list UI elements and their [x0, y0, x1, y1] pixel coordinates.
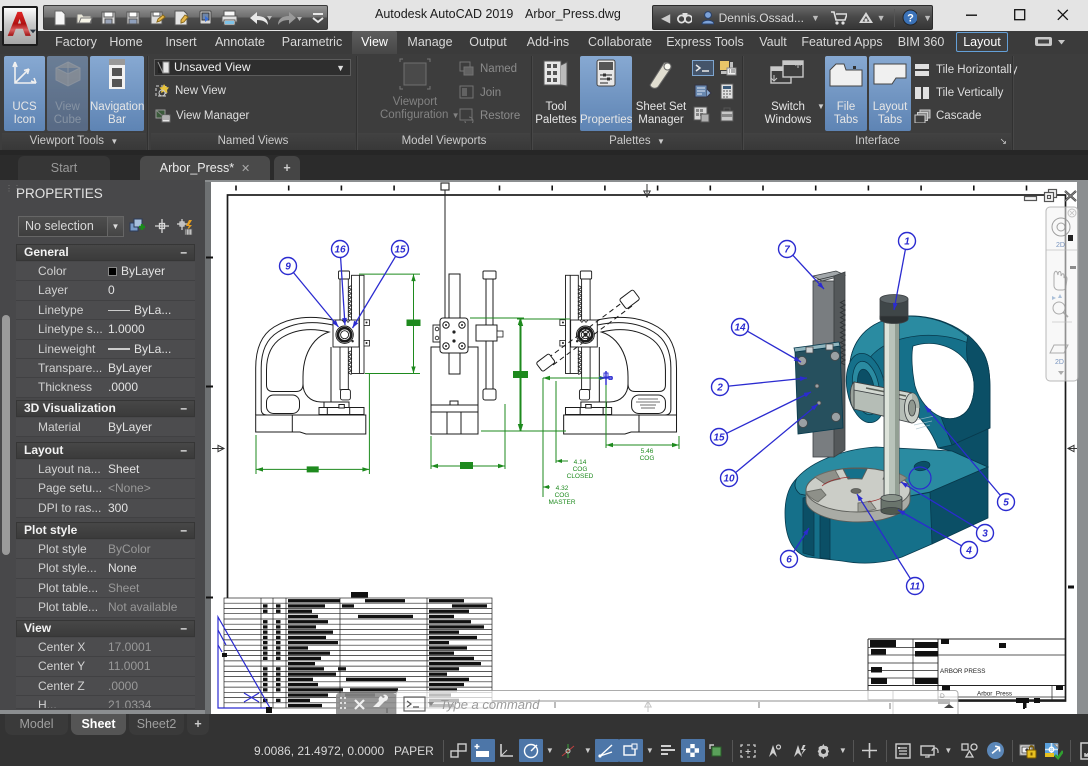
svg-text:9: 9: [285, 262, 291, 273]
svg-text:4.14: 4.14: [574, 459, 587, 466]
svg-text:3: 3: [982, 529, 988, 540]
svg-text:5.46: 5.46: [641, 448, 654, 455]
svg-text:14: 14: [734, 323, 746, 334]
svg-text:16: 16: [334, 245, 346, 256]
svg-text:CLOSED: CLOSED: [567, 473, 594, 480]
svg-text:Type a command: Type a command: [440, 697, 540, 712]
svg-text:2D: 2D: [1055, 359, 1064, 366]
svg-text:4: 4: [965, 546, 972, 557]
svg-text:COG: COG: [573, 466, 588, 473]
svg-text:11: 11: [910, 582, 921, 593]
svg-text:COG: COG: [640, 455, 655, 462]
svg-text:10: 10: [723, 474, 735, 485]
svg-text:6: 6: [786, 555, 792, 566]
svg-text:2D: 2D: [1056, 242, 1065, 249]
svg-text:1: 1: [904, 237, 910, 248]
svg-text:4.32: 4.32: [556, 485, 569, 492]
svg-text:?: ?: [908, 13, 915, 25]
svg-text:15: 15: [713, 433, 725, 444]
svg-text:7: 7: [784, 245, 790, 256]
svg-text:D: D: [940, 693, 945, 700]
svg-text:COG: COG: [555, 492, 570, 499]
svg-text:5: 5: [1003, 498, 1009, 509]
svg-text:2: 2: [716, 383, 723, 394]
svg-text:ARBOR PRESS: ARBOR PRESS: [940, 668, 986, 675]
svg-text:Arbor_Press: Arbor_Press: [977, 691, 1012, 698]
svg-text:MASTER: MASTER: [548, 499, 575, 506]
svg-text:15: 15: [394, 245, 406, 256]
